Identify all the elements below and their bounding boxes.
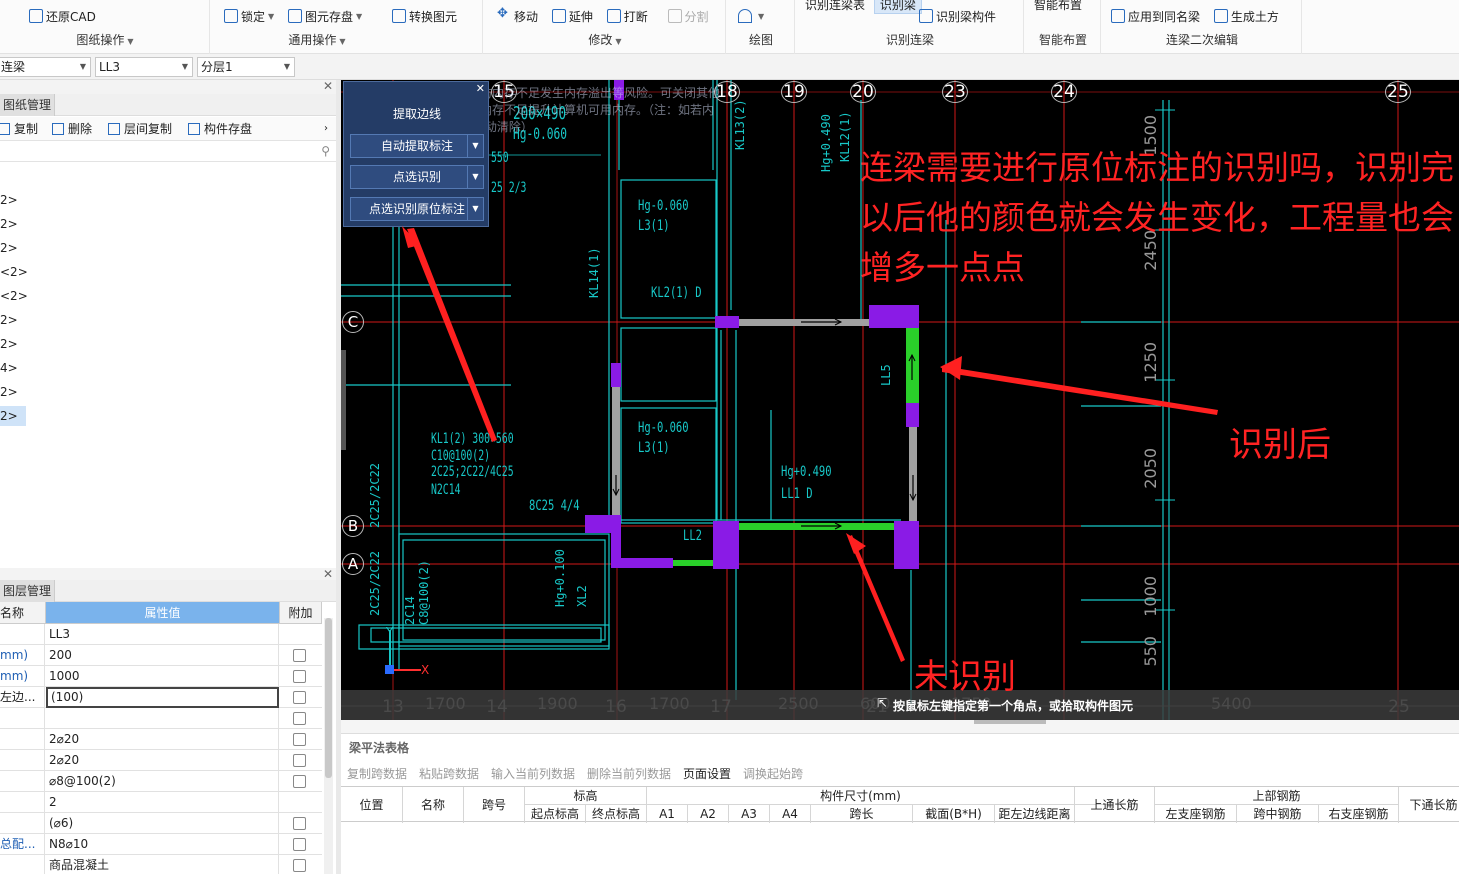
- beam-table-header: 位置 名称 跨号 标高 构件尺寸(mm) 上通长筋 上部钢筋 下通长筋 起点标高…: [341, 786, 1459, 823]
- col-span-length[interactable]: 跨长: [811, 805, 913, 823]
- paste-span-button[interactable]: 粘贴跨数据: [419, 765, 479, 782]
- col-size[interactable]: 构件尺寸(mm): [647, 787, 1075, 805]
- splitter-grip[interactable]: [974, 720, 1046, 724]
- col-name[interactable]: 名称: [403, 787, 464, 823]
- col-a1[interactable]: A1: [647, 805, 688, 823]
- col-right-support[interactable]: 右支座钢筋: [1319, 805, 1399, 823]
- page-setup-button[interactable]: 页面设置: [683, 765, 731, 782]
- col-left-offset[interactable]: 距左边线距离: [995, 805, 1075, 823]
- swap-start-span-button[interactable]: 调换起始跨: [743, 765, 803, 782]
- col-left-support[interactable]: 左支座钢筋: [1155, 805, 1237, 823]
- col-position[interactable]: 位置: [341, 787, 403, 823]
- beam-table-title: 梁平法表格: [349, 741, 410, 755]
- annotation-before: 未识别: [914, 657, 1016, 697]
- col-mid-span[interactable]: 跨中钢筋: [1237, 805, 1319, 823]
- beam-table-toolbar: 复制跨数据 粘贴跨数据 输入当前列数据 删除当前列数据 页面设置 调换起始跨: [341, 760, 1459, 784]
- col-a3[interactable]: A3: [729, 805, 770, 823]
- col-a2[interactable]: A2: [688, 805, 729, 823]
- col-section[interactable]: 截面(B*H): [913, 805, 995, 823]
- annotation-main: 连梁需要进行原位标注的识别吗，识别完以后他的颜色就会发生变化，工程量也会增多一点…: [860, 148, 1454, 287]
- delete-column-button[interactable]: 删除当前列数据: [587, 765, 671, 782]
- col-a4[interactable]: A4: [770, 805, 811, 823]
- col-elevation[interactable]: 标高: [525, 787, 647, 805]
- annotation-after: 识别后: [1229, 425, 1331, 465]
- col-start-elev[interactable]: 起点标高: [525, 805, 586, 823]
- col-bottom-through[interactable]: 下通长筋: [1399, 787, 1459, 823]
- col-end-elev[interactable]: 终点标高: [586, 805, 647, 823]
- copy-span-button[interactable]: 复制跨数据: [347, 765, 407, 782]
- col-top-rebar[interactable]: 上部钢筋: [1155, 787, 1399, 805]
- splitter-h[interactable]: [341, 720, 1459, 733]
- col-top-through[interactable]: 上通长筋: [1075, 787, 1155, 823]
- beam-table-panel: 梁平法表格 复制跨数据 粘贴跨数据 输入当前列数据 删除当前列数据 页面设置 调…: [341, 733, 1459, 874]
- col-span-no[interactable]: 跨号: [464, 787, 525, 823]
- input-column-button[interactable]: 输入当前列数据: [491, 765, 575, 782]
